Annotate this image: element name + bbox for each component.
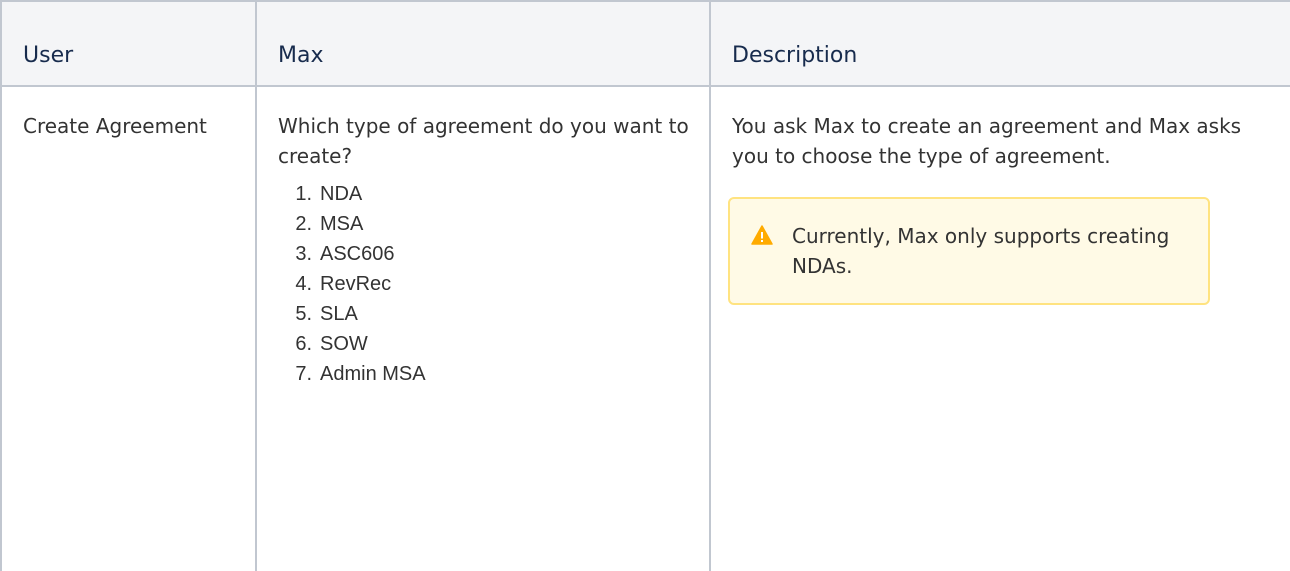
user-action: Create Agreement [23,114,207,138]
agreement-options-list: NDA MSA ASC606 RevRec SLA SOW Admin MSA [278,179,691,389]
header-user: User [0,0,257,87]
table-row: Create Agreement Which type of agreement… [0,85,1290,571]
list-item: SLA [290,299,358,329]
list-item: MSA [290,209,364,239]
warning-icon [751,225,773,245]
header-description: Description [709,0,1290,87]
warning-note: Currently, Max only supports creating ND… [728,197,1210,305]
max-prompt: Which type of agreement do you want to c… [278,114,689,168]
list-item: RevRec [290,269,392,299]
agreement-table: User Max Description Create Agreement Wh… [0,0,1290,571]
list-item: SOW [290,329,368,359]
list-item: NDA [290,179,363,209]
cell-max: Which type of agreement do you want to c… [255,85,711,571]
list-item: Admin MSA [290,359,426,389]
warning-note-text: Currently, Max only supports creating ND… [792,224,1170,278]
description-text: You ask Max to create an agreement and M… [732,114,1242,168]
cell-description: You ask Max to create an agreement and M… [709,85,1290,571]
table-header-row: User Max Description [0,0,1290,87]
header-max: Max [255,0,711,87]
cell-user: Create Agreement [0,85,257,571]
list-item: ASC606 [290,239,395,269]
